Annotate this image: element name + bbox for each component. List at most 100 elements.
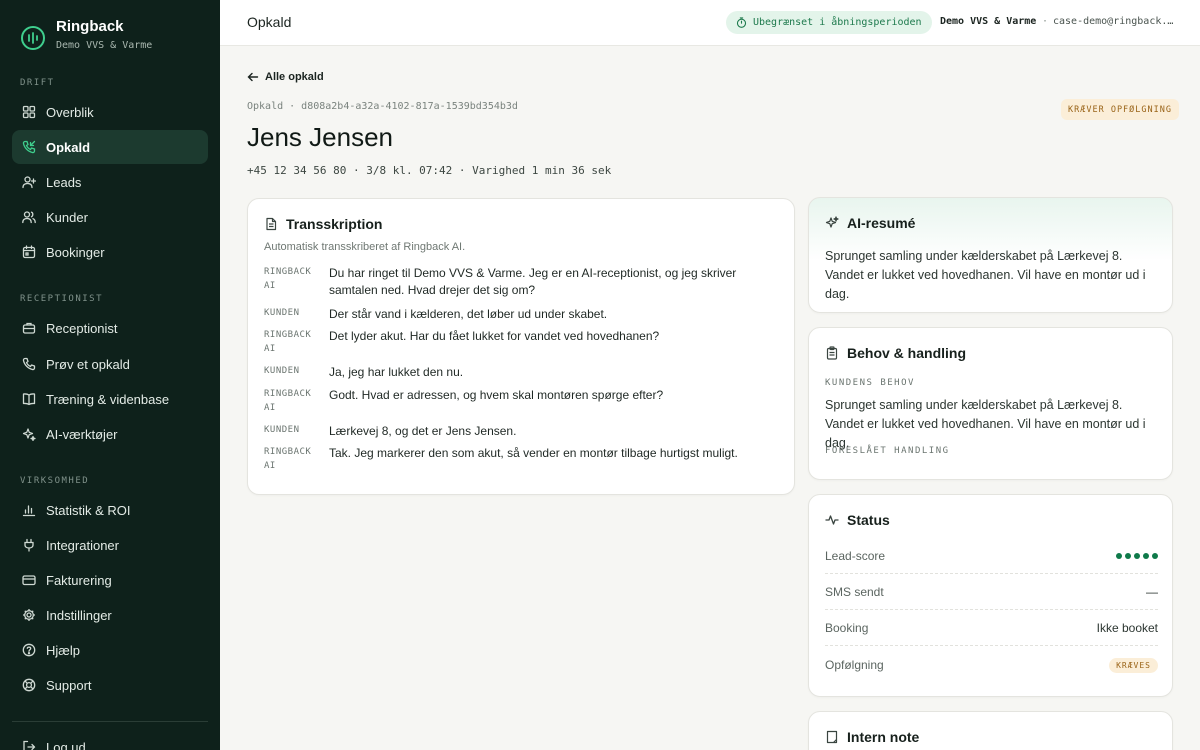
sidebar-item-integrationer[interactable]: Integrationer xyxy=(12,528,208,562)
note-title: Intern note xyxy=(825,729,919,745)
lead-score-rating xyxy=(1116,552,1158,559)
grid-icon xyxy=(22,105,36,119)
ai-summary-card: AI-resumé Sprunget samling under kælders… xyxy=(808,197,1173,313)
transcript-turn: RINGBACK AI Du har ringet til Demo VVS &… xyxy=(264,265,784,299)
sidebar: Ringback Demo VVS & Varme DRIFT Overblik… xyxy=(0,0,220,750)
utterance: Du har ringet til Demo VVS & Varme. Jeg … xyxy=(329,266,737,297)
status-row-sms: SMS sendt — xyxy=(825,574,1158,610)
ai-summary-title-text: AI-resumé xyxy=(847,215,916,231)
gear-icon xyxy=(22,608,36,622)
sidebar-item-hjaelp[interactable]: Hjælp xyxy=(12,633,208,667)
utterance: Godt. Hvad er adressen, og hvem skal mon… xyxy=(329,388,664,402)
transcript-turn: RINGBACK AI Tak. Jeg markerer den som ak… xyxy=(264,445,784,473)
plan-badge: Ubegrænset i åbningsperioden xyxy=(726,11,932,34)
utterance: Lærkevej 8, og det er Jens Jensen. xyxy=(329,424,517,438)
sidebar-item-label: Fakturering xyxy=(46,572,112,588)
sidebar-item-indstillinger[interactable]: Indstillinger xyxy=(12,598,208,632)
sidebar-item-statistik[interactable]: Statistik & ROI xyxy=(12,493,208,527)
help-circle-icon xyxy=(22,643,36,657)
sidebar-item-label: Leads xyxy=(46,174,82,190)
brand[interactable]: Ringback Demo VVS & Varme xyxy=(20,18,152,51)
ai-summary-title: AI-resumé xyxy=(825,215,915,231)
needs-title: Behov & handling xyxy=(825,345,966,361)
status-label: Booking xyxy=(825,620,869,635)
ringback-logo-icon xyxy=(20,25,46,51)
sidebar-item-label: Hjælp xyxy=(46,642,80,658)
sidebar-item-kunder[interactable]: Kunder xyxy=(12,200,208,234)
lead-score-dot xyxy=(1143,552,1149,559)
sidebar-item-traening[interactable]: Træning & videnbase xyxy=(12,382,208,416)
arrow-left-icon xyxy=(247,72,259,82)
transcript-turn: RINGBACK AI Godt. Hvad er adressen, og h… xyxy=(264,387,784,415)
page-title: Opkald xyxy=(247,14,292,30)
status-row-lead-score: Lead-score xyxy=(825,538,1158,574)
status-label: Opfølgning xyxy=(825,658,884,672)
status-row-followup: Opfølgning KRÆVES xyxy=(825,647,1158,683)
transcript-turn: KUNDEN Ja, jeg har lukket den nu. xyxy=(264,364,784,381)
speaker-label: RINGBACK AI xyxy=(264,330,312,354)
sidebar-item-leads[interactable]: Leads xyxy=(12,165,208,199)
activity-icon xyxy=(825,515,839,525)
transcript-turn: RINGBACK AI Det lyder akut. Har du fået … xyxy=(264,328,784,356)
sidebar-item-proev-opkald[interactable]: Prøv et opkald xyxy=(12,347,208,381)
need-text: Sprunget samling under kælderskabet på L… xyxy=(825,398,1146,450)
company-name: Demo VVS & Varme xyxy=(940,16,1037,27)
clipboard-icon xyxy=(826,346,838,360)
sidebar-item-ai-vaerktoejer[interactable]: AI-værktøjer xyxy=(12,417,208,451)
status-label: Lead-score xyxy=(825,548,886,563)
sidebar-item-label: Kunder xyxy=(46,209,88,225)
plan-badge-label: Ubegrænset i åbningsperioden xyxy=(753,17,922,28)
sidebar-item-fakturering[interactable]: Fakturering xyxy=(12,563,208,597)
section-label-receptionist: RECEPTIONIST xyxy=(20,294,104,304)
sidebar-item-label: Opkald xyxy=(46,139,91,155)
phone-icon xyxy=(22,357,36,371)
sidebar-item-overblik[interactable]: Overblik xyxy=(12,95,208,129)
credit-card-icon xyxy=(22,573,36,587)
action-label: FORESLÅET HANDLING xyxy=(825,446,950,456)
followup-required-badge: KRÆVES xyxy=(1109,657,1158,673)
need-label: KUNDENS BEHOV xyxy=(825,378,915,388)
speaker-label: KUNDEN xyxy=(264,425,300,435)
sparkles-icon xyxy=(22,427,36,441)
logout-button[interactable]: Log ud xyxy=(12,730,208,750)
book-icon xyxy=(22,392,36,406)
utterance: Det lyder akut. Har du fået lukket for v… xyxy=(329,329,660,343)
plug-icon xyxy=(22,538,36,552)
sidebar-item-label: Bookinger xyxy=(46,244,105,260)
status-label: SMS sendt xyxy=(825,584,884,599)
note-icon xyxy=(826,730,838,744)
sidebar-item-receptionist[interactable]: Receptionist xyxy=(12,311,208,345)
transcript-card: Transskription Automatisk transskriberet… xyxy=(247,198,795,495)
transcript-turn: KUNDEN Der står vand i kælderen, det løb… xyxy=(264,306,784,323)
sidebar-item-opkald[interactable]: Opkald xyxy=(12,130,208,164)
logout-icon xyxy=(22,740,36,750)
section-label-drift: DRIFT xyxy=(20,78,55,88)
utterance: Der står vand i kælderen, det løber ud u… xyxy=(329,307,608,321)
call-details: +45 12 34 56 80 · 3/8 kl. 07:42 · Varigh… xyxy=(247,164,612,177)
calendar-icon xyxy=(22,245,36,259)
sidebar-item-bookinger[interactable]: Bookinger xyxy=(12,235,208,269)
user-plus-icon xyxy=(22,175,36,189)
user-email[interactable]: case-demo@ringback.dk xyxy=(1053,16,1175,27)
sidebar-item-label: Statistik & ROI xyxy=(46,502,131,518)
brand-name: Ringback xyxy=(56,18,124,35)
transcript-turn: KUNDEN Lærkevej 8, og det er Jens Jensen… xyxy=(264,423,784,440)
status-card: Status Lead-score SMS sendt — Booking Ik… xyxy=(808,494,1173,697)
internal-note-card: Intern note xyxy=(808,711,1173,750)
sidebar-divider xyxy=(12,721,208,722)
sidebar-item-label: Integrationer xyxy=(46,537,119,553)
lead-score-dot xyxy=(1152,552,1158,559)
utterance: Tak. Jeg markerer den som akut, så vende… xyxy=(329,446,738,460)
back-to-calls-link[interactable]: Alle opkald xyxy=(247,71,324,83)
briefcase-icon xyxy=(22,321,36,335)
sidebar-item-label: Træning & videnbase xyxy=(46,391,170,407)
sidebar-item-label: Receptionist xyxy=(46,320,118,336)
brand-subtitle: Demo VVS & Varme xyxy=(56,40,153,51)
bar-chart-icon xyxy=(22,503,36,517)
lead-score-dot xyxy=(1116,552,1122,559)
speaker-label: RINGBACK AI xyxy=(264,447,312,471)
transcript-title-text: Transskription xyxy=(286,216,383,232)
utterance: Ja, jeg har lukket den nu. xyxy=(329,365,464,379)
speaker-label: KUNDEN xyxy=(264,366,300,376)
sidebar-item-support[interactable]: Support xyxy=(12,668,208,702)
